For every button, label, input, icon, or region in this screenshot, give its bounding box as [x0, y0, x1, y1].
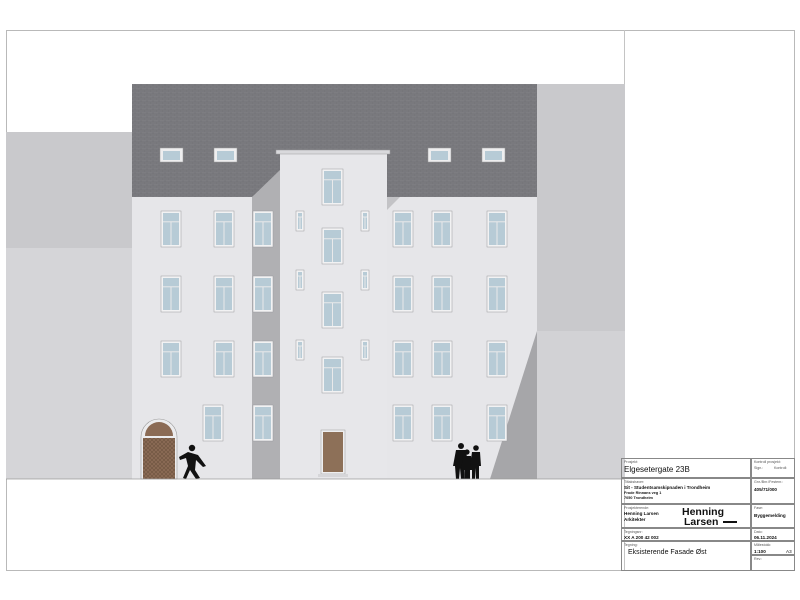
client-address-1: Frode Rinnans veg 1 — [624, 491, 662, 495]
drawing-title: Eksisterende Fasade Øst — [628, 549, 707, 556]
phase-cell: Fase: Byggemelding — [751, 504, 795, 528]
project-name: Elgesetergate 23B — [624, 465, 690, 474]
project-label: Prosjekt: — [624, 460, 638, 464]
date-value: 06.11.2024 — [754, 535, 777, 540]
drawing-number-cell: Tegningsnr: XX A 200 42 002 — [621, 528, 751, 541]
gnr-value: 405/71/000 — [754, 487, 777, 492]
date-label: Dato: — [754, 530, 763, 534]
project-cell: Prosjekt: Elgesetergate 23B — [621, 458, 751, 478]
neighbor-building-right-lower — [537, 331, 625, 479]
neighbor-building-left-lower — [6, 248, 132, 479]
designer-cell: Prosjekterende: Henning Larsen Arkitekte… — [621, 504, 751, 528]
arched-doorway — [140, 418, 178, 480]
control-cell: Kontroll prosjekt: Sign.: Kontroll: — [751, 458, 795, 478]
designer-label: Prosjekterende: — [624, 506, 650, 510]
phase-label: Fase: — [754, 506, 763, 510]
designer-role: Arkitekter — [624, 517, 646, 522]
drawing-number: XX A 200 42 002 — [624, 535, 659, 540]
designer-name: Henning Larsen — [624, 511, 659, 516]
client-address-2: 7050 Trondheim — [624, 496, 653, 500]
drawing-title-cell: Tegning: Eksisterende Fasade Øst — [621, 541, 751, 571]
tower-entrance-door — [318, 429, 348, 477]
client-cell: Tiltakshaver: Sit - Studentsamskipnaden … — [621, 478, 751, 504]
scale-label: Målestokk: — [754, 543, 772, 547]
gnr-cell: Gnr./Bnr./Festenr.: 405/71/000 — [751, 478, 795, 504]
control-label: Kontroll prosjekt: — [754, 460, 781, 464]
phase-value: Byggemelding — [754, 513, 786, 518]
logo-dash — [723, 521, 738, 523]
henning-larsen-logo: Henning Larsen — [682, 507, 738, 528]
date-cell: Dato: 06.11.2024 — [751, 528, 795, 541]
drawing-label: Tegning: — [624, 543, 638, 547]
client-name: Sit - Studentsamskipnaden i Trondheim — [624, 485, 711, 490]
scale-value: 1:100 — [754, 549, 766, 554]
check-label: Kontroll: — [774, 466, 788, 470]
paper-format: A3 — [786, 549, 792, 554]
title-block: Prosjekt: Elgesetergate 23B Kontroll pro… — [621, 458, 795, 571]
client-label: Tiltakshaver: — [624, 480, 645, 484]
revision-label: Rev.: — [754, 557, 763, 561]
revision-cell: Rev.: — [751, 555, 795, 571]
drawing-number-label: Tegningsnr: — [624, 530, 643, 534]
logo-line-2: Larsen — [684, 516, 719, 528]
sign-label: Sign.: — [754, 466, 764, 470]
tower-cornice — [275, 149, 391, 155]
scale-cell: Målestokk: 1:100 A3 — [751, 541, 795, 555]
gnr-label: Gnr./Bnr./Festenr.: — [754, 480, 784, 484]
logo-line-2-wrap: Larsen — [682, 516, 738, 528]
